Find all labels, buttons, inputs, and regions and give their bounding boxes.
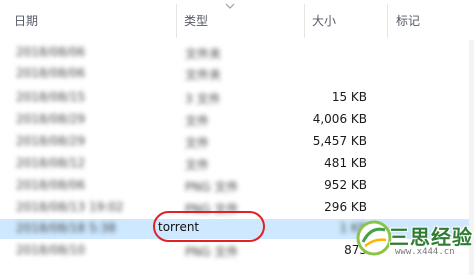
column-header-date[interactable]: 日期 [14, 12, 38, 29]
file-type: 3 文件 [185, 92, 221, 106]
file-row[interactable]: 2018/08/15 3 文件 15 KB [0, 88, 474, 108]
file-row[interactable]: 2018/08/29 文件 5,457 KB [0, 132, 474, 152]
file-date: 2018/08/18 5:38 [16, 221, 116, 235]
column-divider[interactable] [304, 4, 305, 38]
file-type: PNG 文件 [185, 180, 239, 194]
watermark-title: 三思经验 [389, 225, 473, 249]
file-type: 文件夹 [185, 47, 222, 61]
file-date: 2018/08/06 [16, 178, 86, 192]
file-row[interactable]: 2018/08/06 PNG 文件 952 KB [0, 176, 474, 196]
column-header-size[interactable]: 大小 [312, 12, 336, 29]
file-type: 文件夹 [185, 68, 222, 82]
file-row[interactable]: 2018/08/06 文件夹 [0, 64, 474, 84]
file-type: 文件 [185, 158, 210, 172]
file-date: 2018/08/29 [16, 112, 86, 126]
file-type: 文件 [185, 136, 210, 150]
file-type: 文件 [185, 114, 210, 128]
file-date: 2018/08/10 [16, 243, 86, 257]
column-header-bar: 日期 类型 大小 标记 [0, 0, 474, 38]
file-size: 296 KB [324, 200, 367, 214]
file-row[interactable]: 2018/08/29 文件 4,006 KB [0, 110, 474, 130]
file-size: 5,457 KB [312, 134, 367, 148]
file-size: 952 KB [324, 178, 367, 192]
column-divider[interactable] [387, 4, 388, 38]
file-size: 4,006 KB [312, 112, 367, 126]
file-size: 15 KB [331, 90, 367, 104]
column-header-tags[interactable]: 标记 [396, 12, 420, 29]
highlight-circle [153, 211, 265, 242]
watermark-url: www.x444.cn [395, 247, 455, 257]
file-size: 481 KB [324, 156, 367, 170]
file-row[interactable]: 2018/08/06 文件夹 [0, 43, 474, 63]
file-date: 2018/08/29 [16, 134, 86, 148]
file-date: 2018/08/15 [16, 90, 86, 104]
file-date: 2018/08/06 [16, 45, 86, 59]
sort-chevron-icon [225, 3, 235, 9]
column-divider[interactable] [176, 4, 177, 38]
watermark: 三思经验 www.x444.cn [355, 218, 474, 275]
file-row[interactable]: 2018/08/12 文件 481 KB [0, 154, 474, 174]
file-date: 2018/08/13 19:02 [16, 200, 124, 214]
file-date: 2018/08/06 [16, 66, 86, 80]
watermark-logo-icon [356, 220, 392, 256]
file-type: PNG 文件 [185, 245, 239, 259]
column-header-type[interactable]: 类型 [184, 12, 208, 29]
file-date: 2018/08/12 [16, 156, 86, 170]
